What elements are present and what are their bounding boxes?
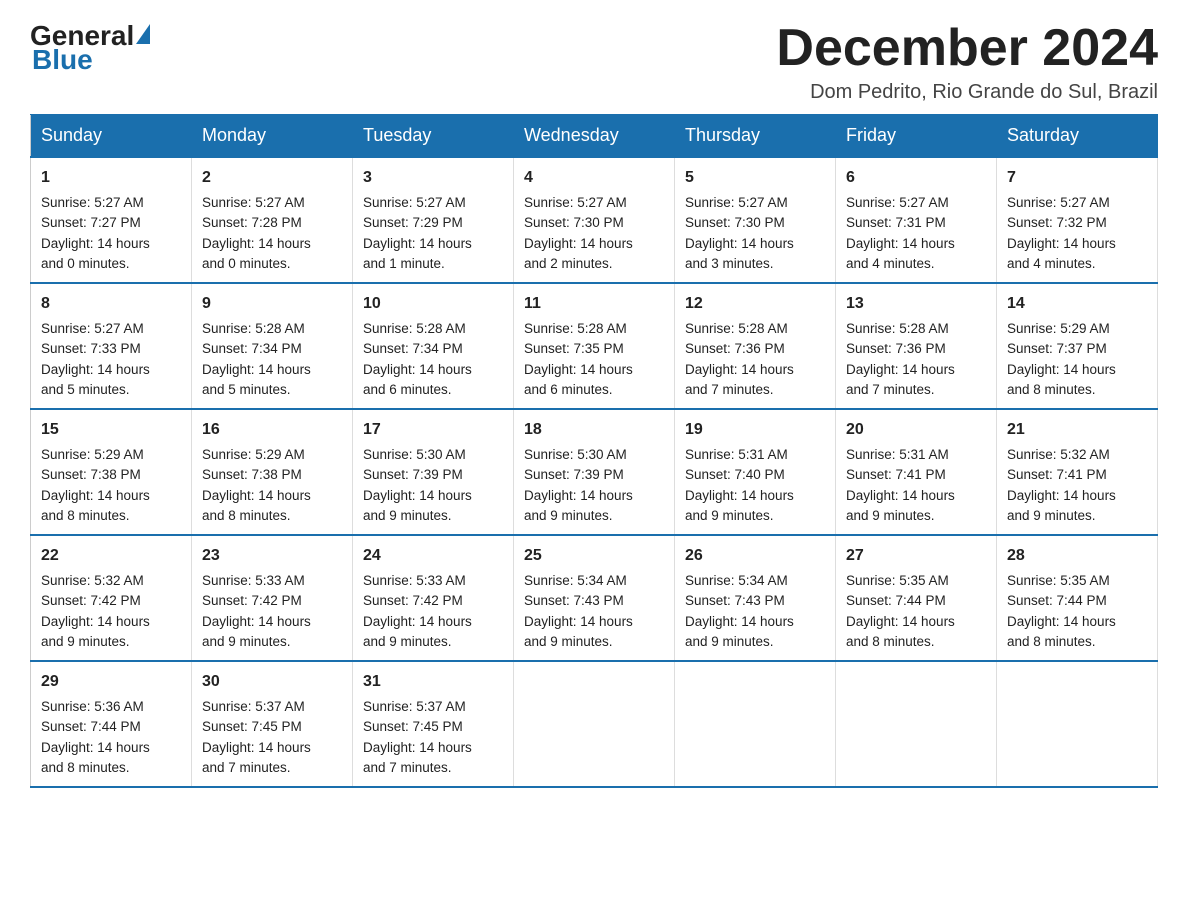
calendar-cell: 22Sunrise: 5:32 AMSunset: 7:42 PMDayligh… xyxy=(31,535,192,661)
calendar-cell: 1Sunrise: 5:27 AMSunset: 7:27 PMDaylight… xyxy=(31,157,192,283)
calendar-header: SundayMondayTuesdayWednesdayThursdayFrid… xyxy=(31,115,1158,158)
calendar-cell: 30Sunrise: 5:37 AMSunset: 7:45 PMDayligh… xyxy=(192,661,353,787)
page-header: General Blue December 2024 Dom Pedrito, … xyxy=(30,20,1158,104)
calendar-cell: 5Sunrise: 5:27 AMSunset: 7:30 PMDaylight… xyxy=(675,157,836,283)
weekday-header-monday: Monday xyxy=(192,115,353,158)
logo-arrow-icon xyxy=(136,24,150,44)
calendar-cell: 24Sunrise: 5:33 AMSunset: 7:42 PMDayligh… xyxy=(353,535,514,661)
day-number: 21 xyxy=(1007,418,1147,442)
calendar-cell: 29Sunrise: 5:36 AMSunset: 7:44 PMDayligh… xyxy=(31,661,192,787)
calendar-cell: 25Sunrise: 5:34 AMSunset: 7:43 PMDayligh… xyxy=(514,535,675,661)
day-number: 12 xyxy=(685,292,825,316)
day-number: 22 xyxy=(41,544,181,568)
day-number: 14 xyxy=(1007,292,1147,316)
calendar-cell: 28Sunrise: 5:35 AMSunset: 7:44 PMDayligh… xyxy=(997,535,1158,661)
title-block: December 2024 Dom Pedrito, Rio Grande do… xyxy=(776,20,1158,104)
location-text: Dom Pedrito, Rio Grande do Sul, Brazil xyxy=(776,81,1158,104)
day-number: 24 xyxy=(363,544,503,568)
calendar-week-row: 8Sunrise: 5:27 AMSunset: 7:33 PMDaylight… xyxy=(31,283,1158,409)
calendar-cell: 13Sunrise: 5:28 AMSunset: 7:36 PMDayligh… xyxy=(836,283,997,409)
logo: General Blue xyxy=(30,20,151,76)
day-number: 20 xyxy=(846,418,986,442)
day-number: 4 xyxy=(524,166,664,190)
calendar-cell: 18Sunrise: 5:30 AMSunset: 7:39 PMDayligh… xyxy=(514,409,675,535)
day-number: 11 xyxy=(524,292,664,316)
calendar-cell: 20Sunrise: 5:31 AMSunset: 7:41 PMDayligh… xyxy=(836,409,997,535)
calendar-cell: 10Sunrise: 5:28 AMSunset: 7:34 PMDayligh… xyxy=(353,283,514,409)
calendar-cell xyxy=(997,661,1158,787)
calendar-cell: 23Sunrise: 5:33 AMSunset: 7:42 PMDayligh… xyxy=(192,535,353,661)
calendar-cell: 8Sunrise: 5:27 AMSunset: 7:33 PMDaylight… xyxy=(31,283,192,409)
weekday-header-friday: Friday xyxy=(836,115,997,158)
calendar-cell: 7Sunrise: 5:27 AMSunset: 7:32 PMDaylight… xyxy=(997,157,1158,283)
day-number: 9 xyxy=(202,292,342,316)
calendar-cell: 21Sunrise: 5:32 AMSunset: 7:41 PMDayligh… xyxy=(997,409,1158,535)
day-number: 29 xyxy=(41,670,181,694)
calendar-week-row: 29Sunrise: 5:36 AMSunset: 7:44 PMDayligh… xyxy=(31,661,1158,787)
calendar-cell: 19Sunrise: 5:31 AMSunset: 7:40 PMDayligh… xyxy=(675,409,836,535)
calendar-cell: 3Sunrise: 5:27 AMSunset: 7:29 PMDaylight… xyxy=(353,157,514,283)
calendar-cell xyxy=(514,661,675,787)
day-number: 17 xyxy=(363,418,503,442)
day-number: 6 xyxy=(846,166,986,190)
calendar-cell: 26Sunrise: 5:34 AMSunset: 7:43 PMDayligh… xyxy=(675,535,836,661)
day-number: 19 xyxy=(685,418,825,442)
day-number: 3 xyxy=(363,166,503,190)
day-number: 15 xyxy=(41,418,181,442)
day-number: 26 xyxy=(685,544,825,568)
day-number: 25 xyxy=(524,544,664,568)
day-number: 18 xyxy=(524,418,664,442)
day-number: 2 xyxy=(202,166,342,190)
calendar-cell: 15Sunrise: 5:29 AMSunset: 7:38 PMDayligh… xyxy=(31,409,192,535)
day-number: 23 xyxy=(202,544,342,568)
day-number: 8 xyxy=(41,292,181,316)
calendar-cell: 4Sunrise: 5:27 AMSunset: 7:30 PMDaylight… xyxy=(514,157,675,283)
calendar-cell: 2Sunrise: 5:27 AMSunset: 7:28 PMDaylight… xyxy=(192,157,353,283)
calendar-cell: 27Sunrise: 5:35 AMSunset: 7:44 PMDayligh… xyxy=(836,535,997,661)
calendar-cell: 9Sunrise: 5:28 AMSunset: 7:34 PMDaylight… xyxy=(192,283,353,409)
logo-blue-text: Blue xyxy=(32,44,93,75)
calendar-cell: 14Sunrise: 5:29 AMSunset: 7:37 PMDayligh… xyxy=(997,283,1158,409)
calendar-cell: 11Sunrise: 5:28 AMSunset: 7:35 PMDayligh… xyxy=(514,283,675,409)
weekday-header-row: SundayMondayTuesdayWednesdayThursdayFrid… xyxy=(31,115,1158,158)
weekday-header-tuesday: Tuesday xyxy=(353,115,514,158)
calendar-week-row: 15Sunrise: 5:29 AMSunset: 7:38 PMDayligh… xyxy=(31,409,1158,535)
calendar-cell: 6Sunrise: 5:27 AMSunset: 7:31 PMDaylight… xyxy=(836,157,997,283)
weekday-header-thursday: Thursday xyxy=(675,115,836,158)
day-number: 28 xyxy=(1007,544,1147,568)
day-number: 31 xyxy=(363,670,503,694)
weekday-header-saturday: Saturday xyxy=(997,115,1158,158)
weekday-header-wednesday: Wednesday xyxy=(514,115,675,158)
day-number: 16 xyxy=(202,418,342,442)
month-title: December 2024 xyxy=(776,20,1158,77)
calendar-week-row: 22Sunrise: 5:32 AMSunset: 7:42 PMDayligh… xyxy=(31,535,1158,661)
day-number: 5 xyxy=(685,166,825,190)
day-number: 10 xyxy=(363,292,503,316)
day-number: 27 xyxy=(846,544,986,568)
day-number: 7 xyxy=(1007,166,1147,190)
calendar-cell xyxy=(836,661,997,787)
calendar-table: SundayMondayTuesdayWednesdayThursdayFrid… xyxy=(30,114,1158,788)
calendar-cell xyxy=(675,661,836,787)
calendar-week-row: 1Sunrise: 5:27 AMSunset: 7:27 PMDaylight… xyxy=(31,157,1158,283)
day-number: 30 xyxy=(202,670,342,694)
day-number: 13 xyxy=(846,292,986,316)
calendar-cell: 17Sunrise: 5:30 AMSunset: 7:39 PMDayligh… xyxy=(353,409,514,535)
calendar-cell: 31Sunrise: 5:37 AMSunset: 7:45 PMDayligh… xyxy=(353,661,514,787)
day-number: 1 xyxy=(41,166,181,190)
calendar-cell: 16Sunrise: 5:29 AMSunset: 7:38 PMDayligh… xyxy=(192,409,353,535)
weekday-header-sunday: Sunday xyxy=(31,115,192,158)
calendar-cell: 12Sunrise: 5:28 AMSunset: 7:36 PMDayligh… xyxy=(675,283,836,409)
calendar-body: 1Sunrise: 5:27 AMSunset: 7:27 PMDaylight… xyxy=(31,157,1158,787)
